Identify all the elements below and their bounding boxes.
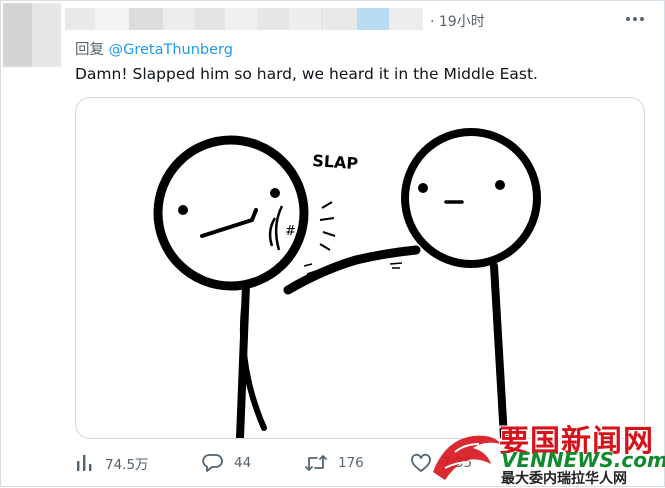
hand-motion-lines xyxy=(389,262,403,269)
left-figure-eye xyxy=(178,205,188,215)
views-count: 74.5万 xyxy=(105,457,149,473)
tweet-card[interactable]: · 19小时 回复 @GretaThunberg Damn! Slapped h… xyxy=(0,0,665,487)
right-figure-head xyxy=(401,128,541,268)
avatar[interactable] xyxy=(3,3,61,67)
watermark-dragon-logo xyxy=(433,435,501,480)
right-figure-slap-arm xyxy=(283,245,421,295)
tweet-text: Damn! Slapped him so hard, we heard it i… xyxy=(75,65,538,83)
site-watermark: 要国新闻网 VENNEWS.com 最大委内瑞拉华人网 xyxy=(425,416,665,487)
retweet-button[interactable]: 176 xyxy=(304,450,364,476)
reply-button[interactable]: 44 xyxy=(202,450,251,476)
reply-prefix: 回复 xyxy=(75,42,104,58)
retweet-icon xyxy=(305,455,327,471)
retweet-count: 176 xyxy=(338,455,364,471)
more-options-button[interactable] xyxy=(623,9,647,29)
bar-chart-icon xyxy=(77,455,92,471)
slap-text: SLAP xyxy=(312,151,359,173)
left-figure-eye xyxy=(270,188,280,198)
impact-lines xyxy=(319,201,336,251)
reply-handle-link[interactable]: @GretaThunberg xyxy=(109,42,233,58)
tweet-image[interactable]: # SLAP xyxy=(75,97,645,439)
blurred-user-name[interactable] xyxy=(65,8,423,30)
watermark-slogan: 最大委内瑞拉华人网 xyxy=(501,471,627,487)
reply-icon xyxy=(202,454,223,472)
right-figure-eye xyxy=(418,183,428,193)
right-figure-body xyxy=(490,262,508,438)
right-figure-eye xyxy=(495,180,505,190)
slap-mark: # xyxy=(285,224,296,239)
reply-context: 回复 @GretaThunberg xyxy=(75,38,233,59)
timestamp[interactable]: · 19小时 xyxy=(430,11,485,31)
reply-count: 44 xyxy=(234,455,252,471)
more-horizontal-icon xyxy=(626,17,644,21)
views-button[interactable]: 74.5万 xyxy=(75,450,149,476)
